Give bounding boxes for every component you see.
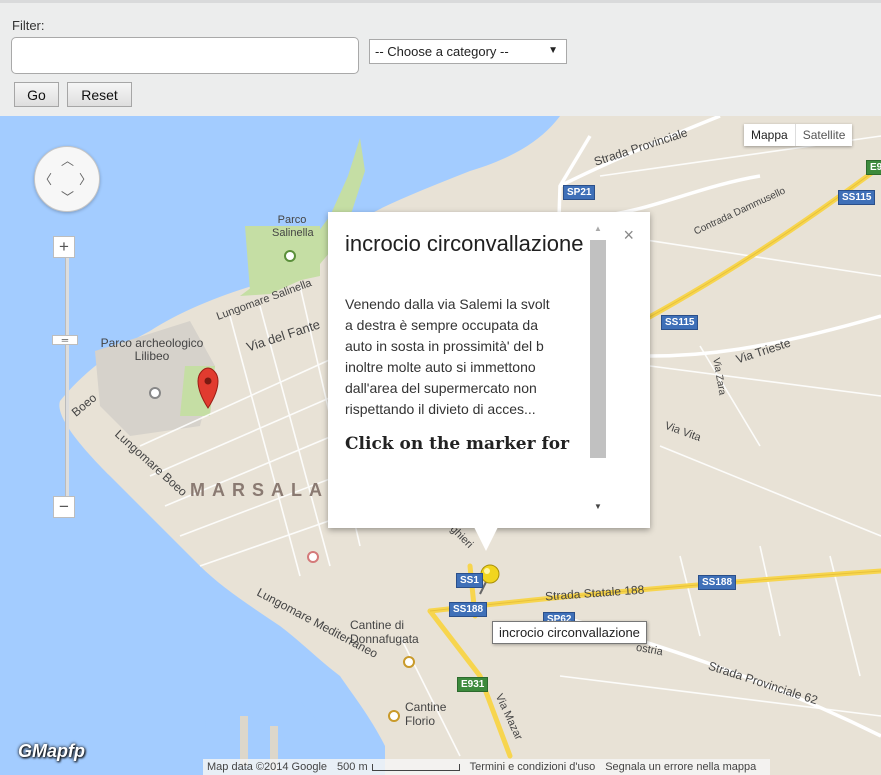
reset-button[interactable]: Reset	[67, 82, 132, 107]
pan-control[interactable]: ︿ ﹀ 〈 〉	[34, 146, 100, 212]
info-window-tail	[474, 527, 498, 551]
info-window-scrollbar[interactable]: ▲ ▼	[590, 224, 606, 518]
map-canvas[interactable]: Parco Salinella Lungomare Salinella Via …	[0, 116, 881, 775]
category-select[interactable]: -- Choose a category -- ▼	[369, 39, 567, 64]
filter-input[interactable]	[11, 37, 359, 74]
pan-up-icon[interactable]: ︿	[61, 150, 74, 169]
label-parco-lilibeo: Parco archeologico Lilibeo	[100, 336, 204, 363]
shield-sp21: SP21	[563, 185, 596, 200]
terms-link[interactable]: Termini e condizioni d'uso	[470, 761, 596, 773]
pan-left-icon[interactable]: 〈	[39, 169, 52, 188]
marker-tooltip: incrocio circonvallazione	[492, 621, 647, 644]
category-selected-value: -- Choose a category --	[375, 44, 509, 59]
gmapfp-logo: GMapfp	[18, 741, 85, 761]
label-marsala: MARSALA	[190, 480, 329, 500]
chevron-down-icon: ▼	[548, 45, 558, 56]
map-type-satellite-button[interactable]: Satellite	[796, 124, 853, 146]
map-type-map-button[interactable]: Mappa	[744, 124, 795, 146]
close-icon[interactable]: ×	[623, 226, 634, 244]
pan-down-icon[interactable]: ﹀	[61, 187, 74, 206]
info-window-scroll-thumb[interactable]	[590, 240, 606, 458]
map-data-credit: Map data ©2014 Google	[207, 761, 328, 773]
zoom-in-button[interactable]: +	[53, 236, 75, 258]
zoom-out-button[interactable]: −	[53, 496, 75, 518]
zoom-slider-handle[interactable]: ═	[52, 335, 78, 345]
shield-ss115-a: SS115	[838, 190, 876, 205]
map-scale-bar	[371, 763, 460, 771]
go-button[interactable]: Go	[14, 82, 59, 107]
map-attribution: Map data ©2014 Google 500 m Termini e co…	[203, 759, 771, 775]
scroll-down-icon[interactable]: ▼	[594, 502, 602, 511]
pan-right-icon[interactable]: 〉	[79, 169, 92, 188]
shield-e9: E9	[866, 160, 881, 175]
map-scale-label: 500 m	[337, 761, 368, 773]
info-window-title: incrocio circonvallazione	[345, 231, 584, 256]
scroll-up-icon[interactable]: ▲	[594, 224, 602, 233]
shield-ss1: SS1	[456, 573, 483, 588]
shield-ss188-b: SS188	[698, 575, 737, 590]
report-error-link[interactable]: Segnala un errore nella mappa	[605, 761, 756, 773]
filter-label: Filter:	[12, 18, 45, 33]
filter-bar: Filter: -- Choose a category -- ▼ Go Res…	[0, 0, 881, 116]
info-window-description: Venendo dalla via Salemi la svolt a dest…	[345, 296, 550, 417]
zoom-slider-track[interactable]	[65, 254, 69, 504]
shield-ss188-a: SS188	[449, 602, 488, 617]
info-window: incrocio circonvallazione Venendo dalla …	[328, 212, 650, 528]
info-window-cta: Click on the marker for	[345, 434, 570, 454]
label-cantine-donnafugata: Cantine di Donnafugata	[350, 618, 419, 646]
map-type-control: Mappa Satellite	[744, 124, 853, 146]
shield-e931: E931	[457, 677, 489, 692]
label-parco-salinella: Parco Salinella	[272, 214, 314, 239]
info-window-content[interactable]: incrocio circonvallazione Venendo dalla …	[345, 224, 603, 520]
label-cantine-florio: Cantine Florio	[405, 700, 447, 728]
shield-ss115-b: SS115	[661, 315, 699, 330]
